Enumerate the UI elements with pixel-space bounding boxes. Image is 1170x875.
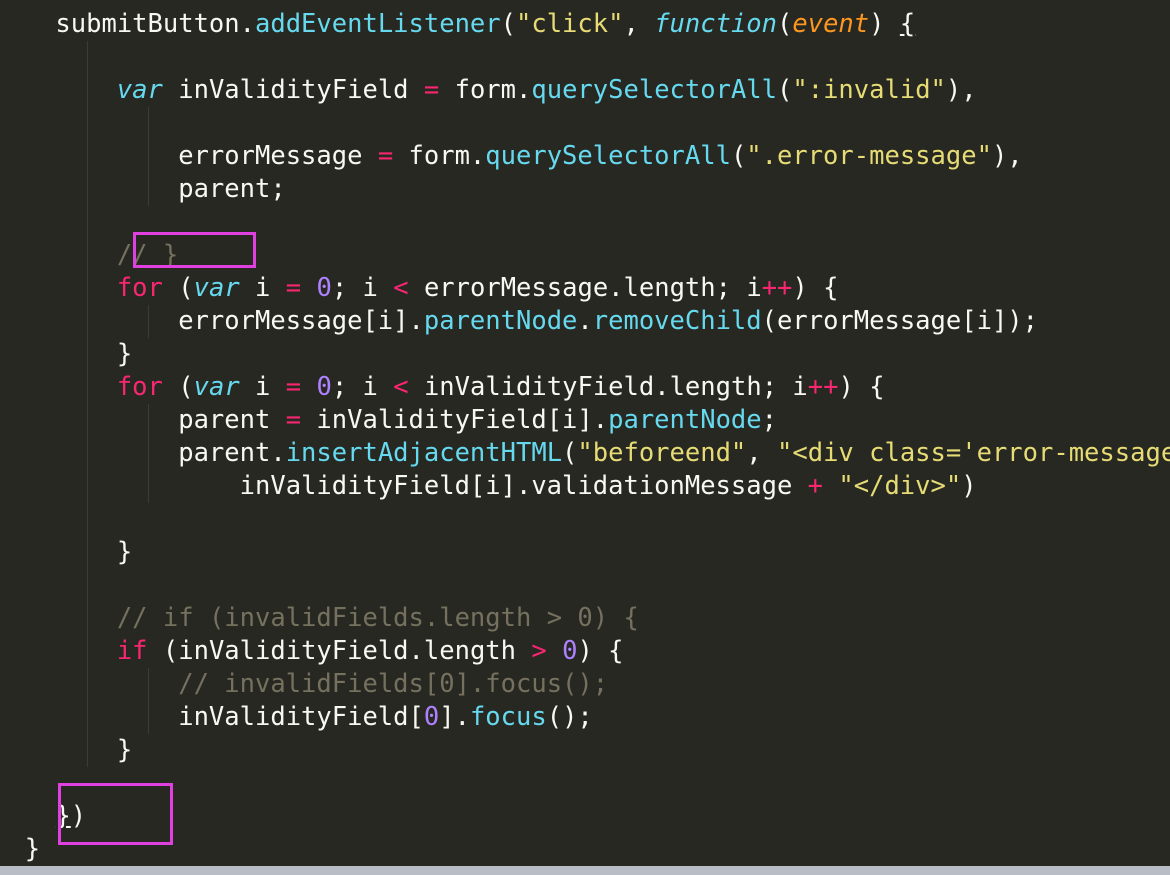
highlight-box-comment bbox=[133, 232, 256, 268]
code-editor[interactable]: submitButton.addEventListener("click", f… bbox=[0, 0, 1170, 866]
code-line[interactable]: } bbox=[0, 734, 132, 767]
code-line[interactable]: for (var i = 0; i < errorMessage.length;… bbox=[0, 272, 839, 305]
highlight-box-closing bbox=[58, 783, 173, 845]
code-line[interactable]: for (var i = 0; i < inValidityField.leng… bbox=[0, 371, 885, 404]
code-line[interactable]: submitButton.addEventListener("click", f… bbox=[0, 8, 915, 41]
code-line[interactable]: if (inValidityField.length > 0) { bbox=[0, 635, 624, 668]
code-line[interactable]: parent.insertAdjacentHTML("beforeend", "… bbox=[0, 437, 1170, 470]
code-line[interactable]: // if (invalidFields.length > 0) { bbox=[0, 602, 639, 635]
code-line[interactable]: errorMessage = form.querySelectorAll(".e… bbox=[0, 140, 1022, 173]
code-line[interactable]: inValidityField[0].focus(); bbox=[0, 701, 593, 734]
code-line[interactable]: } bbox=[0, 536, 132, 569]
code-line[interactable]: } bbox=[0, 833, 40, 866]
code-line[interactable]: parent = inValidityField[i].parentNode; bbox=[0, 404, 777, 437]
code-line[interactable]: // invalidFields[0].focus(); bbox=[0, 668, 608, 701]
code-line[interactable]: parent; bbox=[0, 173, 285, 206]
horizontal-scrollbar[interactable] bbox=[0, 866, 1170, 875]
code-line[interactable]: errorMessage[i].parentNode.removeChild(e… bbox=[0, 305, 1038, 338]
code-line[interactable]: } bbox=[0, 338, 132, 371]
code-line[interactable]: inValidityField[i].validationMessage + "… bbox=[0, 470, 977, 503]
code-line[interactable]: var inValidityField = form.querySelector… bbox=[0, 74, 977, 107]
